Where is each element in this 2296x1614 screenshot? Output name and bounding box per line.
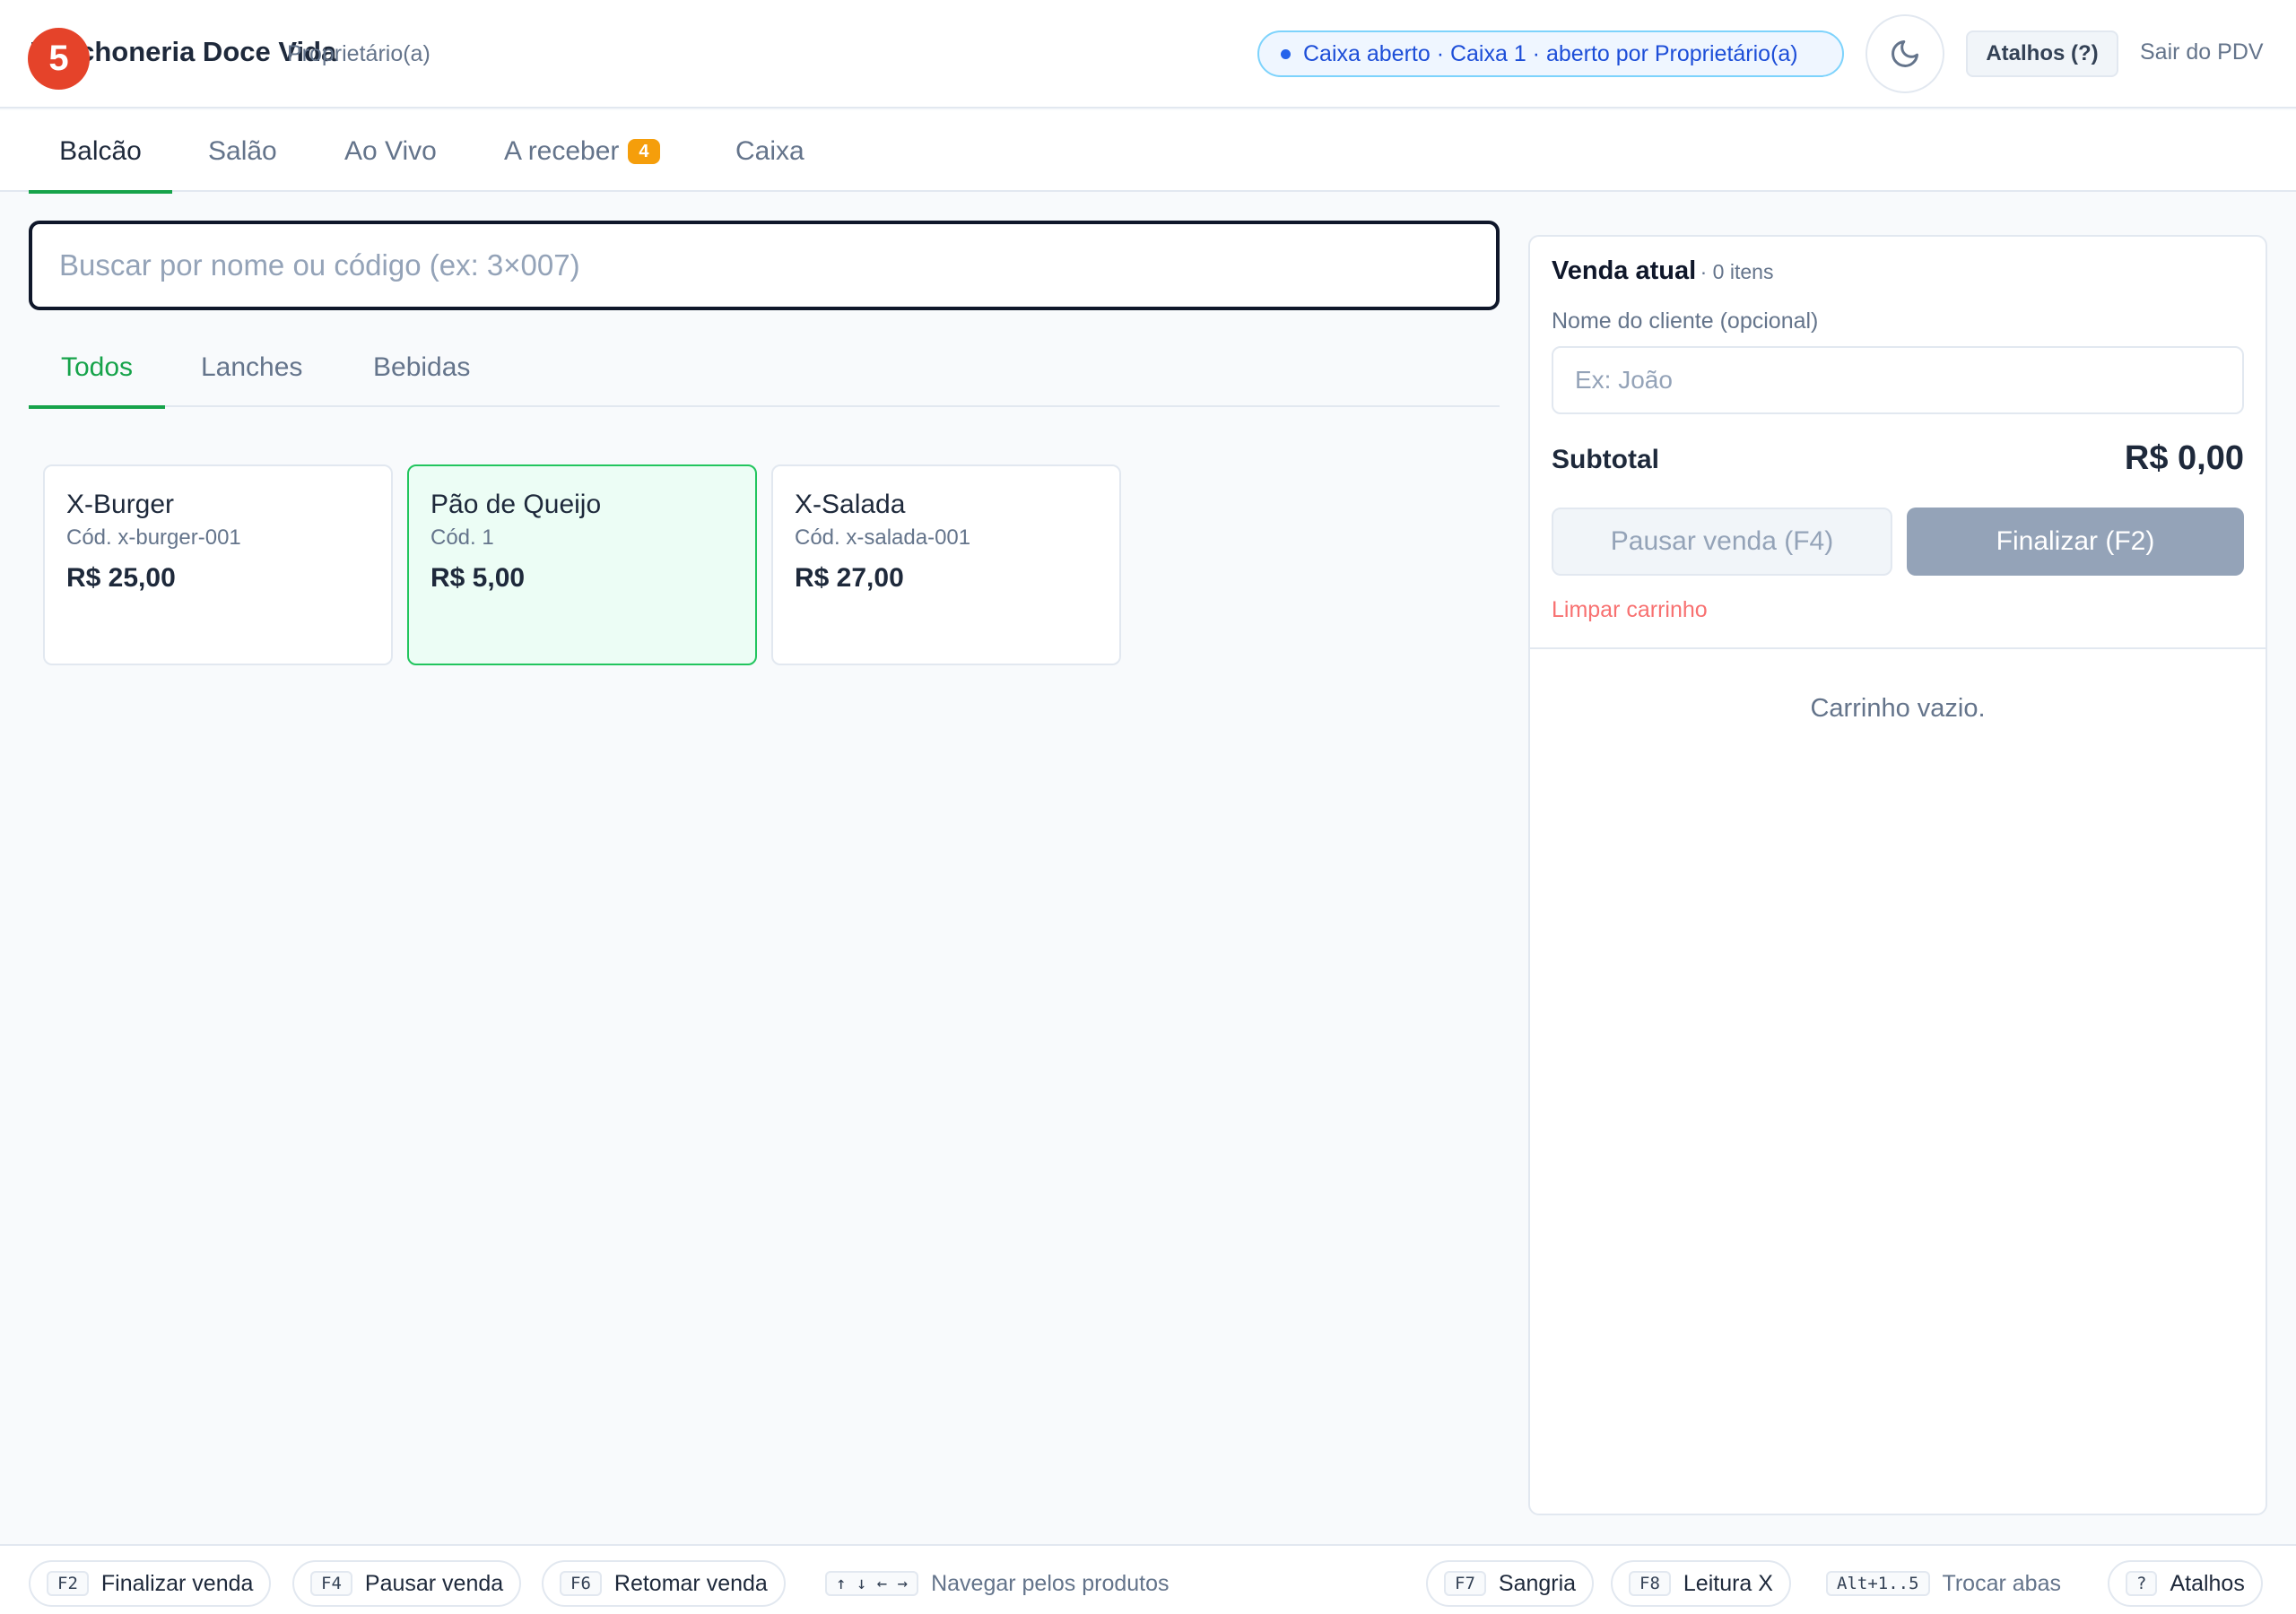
step-badge: 5 bbox=[28, 28, 90, 90]
shortcut-label: Atalhos bbox=[2170, 1570, 2245, 1596]
shortcut-label: Navegar pelos produtos bbox=[931, 1570, 1170, 1596]
cash-status-badge: Caixa aberto · Caixa 1 · aberto por Prop… bbox=[1257, 30, 1844, 77]
product-price: R$ 25,00 bbox=[66, 563, 176, 593]
category-tab-label: Lanches bbox=[201, 352, 303, 382]
shortcut-pausar-venda[interactable]: F4 Pausar venda bbox=[292, 1560, 522, 1607]
product-name: X-Salada bbox=[795, 490, 906, 519]
receivables-count-badge: 4 bbox=[628, 138, 660, 164]
shortcut-key: F6 bbox=[560, 1571, 602, 1596]
product-name: X-Burger bbox=[66, 490, 175, 519]
cart-item-count: · 0 itens bbox=[1700, 260, 1774, 283]
shortcut-label: Pausar venda bbox=[364, 1570, 504, 1596]
product-name: Pão de Queijo bbox=[430, 490, 602, 519]
product-search-input[interactable] bbox=[32, 224, 1496, 307]
tab-label: A receber bbox=[504, 135, 620, 166]
shortcut-leitura-x[interactable]: F8 Leitura X bbox=[1611, 1560, 1791, 1607]
shortcut-navegar-produtos: ↑ ↓ ← → Navegar pelos produtos bbox=[809, 1560, 1186, 1607]
shortcut-finalizar-venda[interactable]: F2 Finalizar venda bbox=[29, 1560, 272, 1607]
client-name-label: Nome do cliente (opcional) bbox=[1552, 308, 1819, 334]
cart-title: Venda atual · 0 itens bbox=[1552, 256, 1773, 286]
category-tab-label: Todos bbox=[60, 352, 134, 382]
shortcut-label: Trocar abas bbox=[1942, 1570, 2061, 1596]
tab-a-receber[interactable]: A receber 4 bbox=[504, 110, 660, 192]
search-box bbox=[29, 221, 1500, 310]
product-code: Cód. x-salada-001 bbox=[795, 525, 971, 550]
category-tabs: Todos Lanches Bebidas bbox=[29, 328, 1500, 409]
tab-caixa[interactable]: Caixa bbox=[735, 110, 804, 192]
product-code: Cód. x-burger-001 bbox=[66, 525, 241, 550]
category-tab-bebidas[interactable]: Bebidas bbox=[373, 328, 470, 407]
product-card-pao-de-queijo[interactable]: Pão de Queijo Cód. 1 R$ 5,00 bbox=[407, 464, 757, 665]
product-card-x-burger[interactable]: X-Burger Cód. x-burger-001 R$ 25,00 bbox=[43, 464, 393, 665]
tab-label: Ao Vivo bbox=[344, 135, 437, 166]
product-card-x-salada[interactable]: X-Salada Cód. x-salada-001 R$ 27,00 bbox=[771, 464, 1121, 665]
shortcut-label: Finalizar venda bbox=[100, 1570, 254, 1596]
status-dot-icon bbox=[1281, 48, 1291, 59]
shortcut-key: ↑ ↓ ← → bbox=[825, 1571, 919, 1596]
category-tab-todos[interactable]: Todos bbox=[29, 328, 165, 409]
cart-divider bbox=[1530, 647, 2266, 649]
shortcut-key: Alt+1..5 bbox=[1826, 1571, 1930, 1596]
tab-label: Caixa bbox=[735, 135, 804, 166]
theme-toggle-button[interactable] bbox=[1866, 14, 1944, 93]
product-code: Cód. 1 bbox=[430, 525, 494, 550]
tab-balcao[interactable]: Balcão bbox=[29, 110, 172, 194]
cart-title-text: Venda atual bbox=[1552, 256, 1697, 285]
shortcut-sangria[interactable]: F7 Sangria bbox=[1426, 1560, 1595, 1607]
product-price: R$ 27,00 bbox=[795, 563, 904, 593]
user-role: Proprietário(a) bbox=[287, 41, 430, 66]
tab-ao-vivo[interactable]: Ao Vivo bbox=[344, 110, 437, 192]
shortcuts-footer: F2 Finalizar venda F4 Pausar venda F6 Re… bbox=[0, 1544, 2296, 1614]
cart-empty-message: Carrinho vazio. bbox=[1810, 694, 1986, 723]
shortcut-key: F7 bbox=[1444, 1571, 1486, 1596]
shortcut-key: F8 bbox=[1629, 1571, 1671, 1596]
cart-panel: Venda atual · 0 itens Nome do cliente (o… bbox=[1528, 235, 2267, 1515]
shortcut-key: F4 bbox=[310, 1571, 352, 1596]
shortcut-key: F2 bbox=[47, 1571, 89, 1596]
tab-label: Salão bbox=[208, 135, 277, 166]
app-header: Lanchoneria Doce Vida Proprietário(a) 5 … bbox=[0, 0, 2296, 108]
subtotal-value: R$ 0,00 bbox=[2124, 439, 2244, 477]
shortcut-label: Leitura X bbox=[1683, 1570, 1773, 1596]
shortcuts-button[interactable]: Atalhos (?) bbox=[1966, 30, 2118, 77]
logout-link[interactable]: Sair do PDV bbox=[2140, 39, 2264, 65]
shortcut-key: ? bbox=[2126, 1571, 2158, 1596]
product-price: R$ 5,00 bbox=[430, 563, 526, 593]
main-tabs: Balcão Salão Ao Vivo A receber 4 Caixa bbox=[0, 110, 2296, 194]
shortcut-label: Retomar venda bbox=[613, 1570, 768, 1596]
pause-sale-button[interactable]: Pausar venda (F4) bbox=[1552, 508, 1892, 576]
clear-cart-link[interactable]: Limpar carrinho bbox=[1552, 597, 1708, 623]
shortcut-retomar-venda[interactable]: F6 Retomar venda bbox=[542, 1560, 786, 1607]
shortcut-label: Sangria bbox=[1498, 1570, 1577, 1596]
tab-salao[interactable]: Salão bbox=[208, 110, 277, 192]
shortcut-trocar-abas: Alt+1..5 Trocar abas bbox=[1810, 1560, 2077, 1607]
subtotal-label: Subtotal bbox=[1552, 445, 1659, 474]
shortcut-atalhos[interactable]: ? Atalhos bbox=[2108, 1560, 2263, 1607]
cash-status-text: Caixa aberto · Caixa 1 · aberto por Prop… bbox=[1303, 40, 1798, 66]
category-tab-lanches[interactable]: Lanches bbox=[201, 328, 302, 407]
finish-sale-button[interactable]: Finalizar (F2) bbox=[1907, 508, 2244, 576]
tab-label: Balcão bbox=[59, 135, 142, 166]
client-name-input[interactable] bbox=[1552, 346, 2244, 414]
moon-icon bbox=[1892, 40, 1918, 67]
category-tab-label: Bebidas bbox=[373, 352, 471, 382]
